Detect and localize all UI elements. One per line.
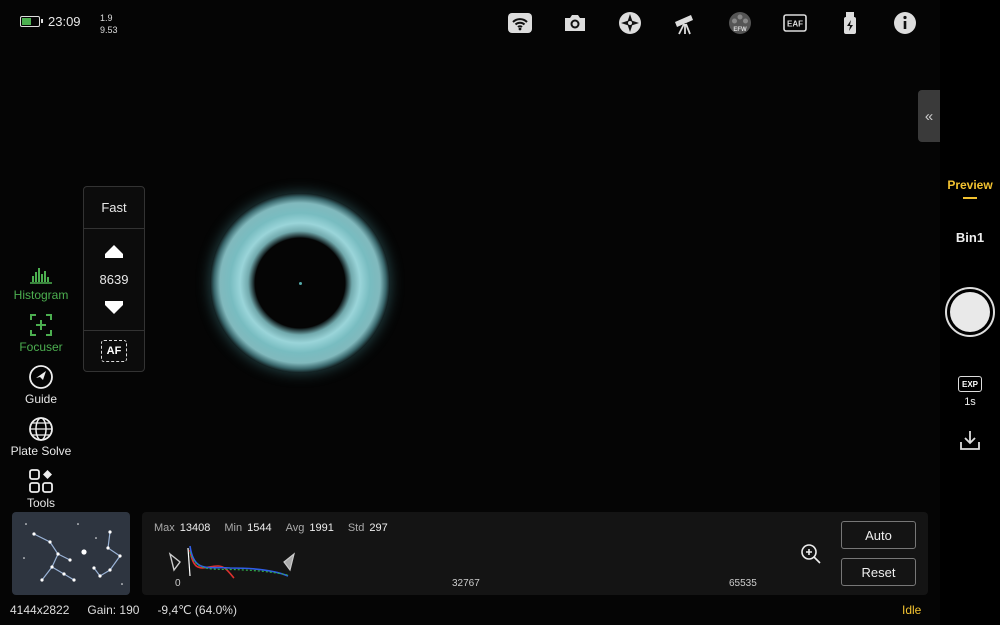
axis-max: 65535 — [729, 578, 757, 589]
nav-guide[interactable]: Guide — [0, 359, 82, 411]
focuser-position: 8639 — [99, 272, 129, 287]
shutter-button[interactable] — [945, 287, 995, 337]
black-point-handle[interactable] — [168, 552, 181, 572]
sky-map-thumbnail[interactable] — [12, 512, 130, 595]
resolution: 4144x2822 — [10, 603, 70, 617]
zoom-in-icon[interactable] — [800, 543, 822, 565]
white-point-handle[interactable] — [283, 552, 296, 572]
eaf-label: EAF — [787, 20, 803, 29]
histogram-panel: Max 13408 Min 1544 Avg 1991 Std 297 0 32767 … — [142, 512, 928, 595]
focus-in-button[interactable] — [105, 245, 123, 258]
status-bar: 23:09 — [20, 14, 81, 29]
histogram-curve[interactable] — [164, 540, 300, 580]
info-icon[interactable] — [877, 9, 932, 37]
axis-mid: 32767 — [452, 578, 480, 589]
histogram-icon — [30, 268, 52, 284]
mount-icon[interactable] — [602, 9, 657, 37]
nav-histogram[interactable]: Histogram — [0, 255, 82, 307]
image-viewer[interactable]: 23:09 1.9 9.53 EFW EAF « Fast 8639 AF Hi… — [0, 0, 940, 625]
auto-stretch-button[interactable]: Auto — [841, 521, 916, 549]
mode-preview-tab[interactable]: Preview — [940, 178, 1000, 199]
exposure-selector[interactable]: EXP 1s — [940, 376, 1000, 408]
left-nav: Histogram Focuser Guide Plate Solve Tool… — [0, 255, 82, 515]
guide-icon — [29, 365, 53, 389]
firmware-version: 1.9 9.53 — [100, 13, 118, 35]
efw-label: EFW — [733, 27, 747, 33]
bin-selector[interactable]: Bin1 — [940, 230, 1000, 245]
axis-min: 0 — [175, 578, 181, 589]
info-bar: 4144x2822 Gain: 190 -9,4℃ (64.0%) — [10, 603, 237, 617]
efw-icon[interactable]: EFW — [712, 9, 767, 37]
nav-tools[interactable]: Tools — [0, 463, 82, 515]
reset-stretch-button[interactable]: Reset — [841, 558, 916, 586]
collapse-panel-button[interactable]: « — [918, 90, 940, 142]
download-icon[interactable] — [958, 428, 982, 452]
battery-icon — [20, 16, 43, 27]
focuser-icon — [30, 314, 52, 336]
device-toolbar: EFW EAF — [492, 9, 932, 37]
star-defocus-ring — [210, 193, 390, 373]
eaf-icon[interactable]: EAF — [767, 9, 822, 37]
exposure-icon: EXP — [958, 376, 982, 392]
tools-icon — [29, 469, 53, 493]
clock: 23:09 — [48, 14, 81, 29]
histogram-stats: Max 13408 Min 1544 Avg 1991 Std 297 — [154, 522, 388, 534]
wifi-icon[interactable] — [492, 9, 547, 37]
globe-icon — [29, 417, 53, 441]
sensor-temperature: -9,4℃ (64.0%) — [157, 603, 237, 617]
nav-focuser[interactable]: Focuser — [0, 307, 82, 359]
status-badge: Idle — [902, 603, 922, 617]
autofocus-button[interactable]: AF — [101, 340, 127, 362]
focuser-panel: Fast 8639 AF — [83, 186, 145, 372]
usb-power-icon[interactable] — [822, 9, 877, 37]
focuser-speed-button[interactable]: Fast — [84, 187, 144, 229]
exposure-value: 1s — [964, 396, 976, 408]
telescope-icon[interactable] — [657, 9, 712, 37]
focus-out-button[interactable] — [105, 301, 123, 314]
capture-sidebar: Preview Bin1 EXP 1s — [940, 0, 1000, 625]
nav-plate-solve[interactable]: Plate Solve — [0, 411, 82, 463]
gain: Gain: 190 — [87, 603, 140, 617]
camera-icon[interactable] — [547, 9, 602, 37]
